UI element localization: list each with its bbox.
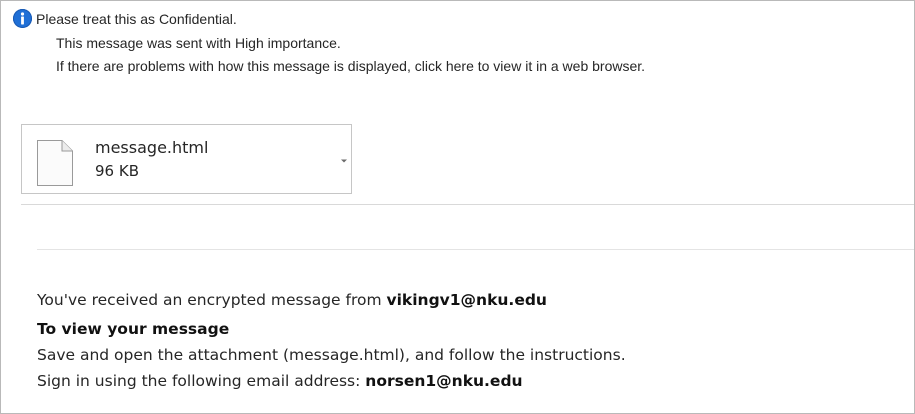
encrypted-message-notice: You've received an encrypted message fro…	[37, 290, 547, 310]
divider	[37, 249, 914, 250]
sender-email: vikingv1@nku.edu	[386, 291, 547, 309]
file-icon	[36, 139, 74, 187]
importance-notice: This message was sent with High importan…	[56, 35, 341, 51]
info-icon	[13, 9, 32, 28]
message-reading-pane: Please treat this as Confidential. This …	[0, 0, 915, 414]
sign-in-notice: Sign in using the following email addres…	[37, 371, 523, 391]
recipient-email: norsen1@nku.edu	[365, 372, 523, 390]
chevron-down-icon[interactable]	[338, 152, 350, 164]
view-in-browser-link[interactable]: If there are problems with how this mess…	[56, 57, 645, 75]
attachment-size: 96 KB	[95, 162, 139, 180]
notice-text: You've received an encrypted message fro…	[37, 291, 387, 309]
attachment-name: message.html	[95, 138, 209, 157]
attachment-card[interactable]: message.html 96 KB	[21, 124, 352, 194]
instructions-text: Save and open the attachment (message.ht…	[37, 346, 626, 364]
sign-in-text: Sign in using the following email addres…	[37, 372, 366, 390]
view-message-heading: To view your message	[37, 320, 230, 338]
confidential-notice: Please treat this as Confidential.	[36, 11, 237, 27]
divider	[21, 204, 914, 205]
